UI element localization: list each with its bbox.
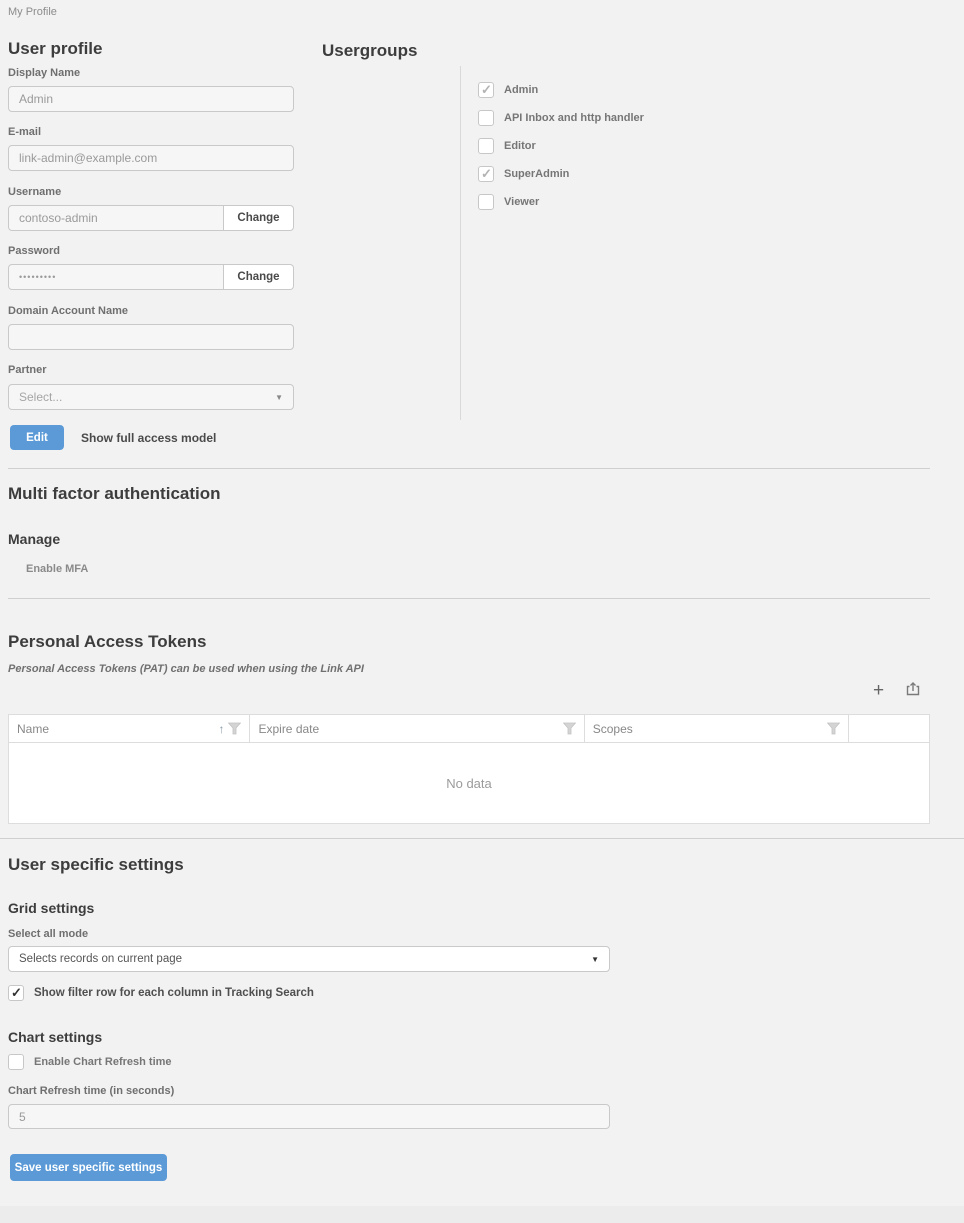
mfa-manage-subtitle: Manage — [8, 531, 60, 547]
usergroup-checkbox-admin[interactable] — [478, 82, 494, 98]
usergroups-title: Usergroups — [322, 41, 417, 61]
partner-label: Partner — [8, 364, 47, 376]
usergroup-item-superadmin: SuperAdmin — [478, 166, 644, 182]
filter-icon[interactable] — [827, 722, 840, 735]
usergroup-checkbox-editor[interactable] — [478, 138, 494, 154]
usergroup-label: SuperAdmin — [504, 168, 569, 180]
pat-table-header: Name ↑ Expire date Scopes — [9, 715, 929, 743]
grid-settings-title: Grid settings — [8, 900, 94, 916]
email-label: E-mail — [8, 126, 41, 138]
select-all-mode-label: Select all mode — [8, 928, 88, 940]
change-username-button[interactable]: Change — [224, 205, 294, 231]
column-header-label: Name — [17, 722, 49, 736]
usergroup-label: API Inbox and http handler — [504, 112, 644, 124]
usergroup-item-admin: Admin — [478, 82, 644, 98]
breadcrumb: My Profile — [8, 6, 57, 18]
usergroup-label: Editor — [504, 140, 536, 152]
enable-chart-refresh-label: Enable Chart Refresh time — [34, 1056, 172, 1068]
usergroup-item-viewer: Viewer — [478, 194, 644, 210]
column-header-expire-date[interactable]: Expire date — [250, 715, 584, 742]
change-password-button[interactable]: Change — [224, 264, 294, 290]
usergroups-divider — [460, 66, 461, 420]
mfa-title: Multi factor authentication — [8, 484, 221, 504]
enable-mfa-link[interactable]: Enable MFA — [26, 563, 88, 575]
filter-row-label: Show filter row for each column in Track… — [34, 987, 314, 999]
usergroup-item-api-inbox: API Inbox and http handler — [478, 110, 644, 126]
show-full-access-model-link[interactable]: Show full access model — [81, 431, 216, 445]
section-divider — [8, 468, 930, 469]
save-user-settings-button[interactable]: Save user specific settings — [10, 1154, 167, 1181]
my-profile-page: My Profile User profile Display Name E-m… — [0, 0, 964, 1223]
email-input[interactable] — [8, 145, 294, 171]
chart-settings-title: Chart settings — [8, 1029, 102, 1045]
sort-ascending-icon: ↑ — [218, 722, 224, 736]
user-settings-title: User specific settings — [8, 855, 184, 875]
usergroup-item-editor: Editor — [478, 138, 644, 154]
add-token-icon[interactable]: + — [873, 681, 884, 700]
password-input-group: Change — [8, 264, 294, 290]
usergroup-label: Admin — [504, 84, 538, 96]
chevron-down-icon: ▼ — [591, 955, 599, 964]
chevron-down-icon: ▼ — [275, 393, 283, 402]
usergroup-checkbox-superadmin[interactable] — [478, 166, 494, 182]
pat-description: Personal Access Tokens (PAT) can be used… — [8, 663, 364, 675]
filter-icon[interactable] — [228, 722, 241, 735]
export-icon-glyph — [905, 681, 921, 697]
export-icon[interactable] — [905, 681, 921, 697]
pat-table: Name ↑ Expire date Scopes — [8, 714, 930, 824]
filter-row-checkbox[interactable] — [8, 985, 24, 1001]
column-header-actions — [849, 715, 929, 742]
column-header-scopes[interactable]: Scopes — [585, 715, 849, 742]
select-all-mode-dropdown[interactable]: Selects records on current page ▼ — [8, 946, 610, 972]
column-header-name[interactable]: Name ↑ — [9, 715, 250, 742]
enable-chart-refresh-checkbox[interactable] — [8, 1054, 24, 1070]
edit-button[interactable]: Edit — [10, 425, 64, 450]
usergroups-list: Admin API Inbox and http handler Editor … — [478, 82, 644, 210]
enable-chart-refresh-setting: Enable Chart Refresh time — [8, 1054, 172, 1070]
section-divider — [8, 598, 930, 599]
no-data-text: No data — [446, 776, 492, 791]
select-all-mode-value: Selects records on current page — [19, 953, 182, 965]
username-label: Username — [8, 186, 61, 198]
domain-account-input[interactable] — [8, 324, 294, 350]
chart-refresh-time-label: Chart Refresh time (in seconds) — [8, 1085, 174, 1097]
pat-table-body: No data — [9, 743, 929, 823]
username-input-group: Change — [8, 205, 294, 231]
display-name-input[interactable] — [8, 86, 294, 112]
page-bottom-strip — [0, 1206, 964, 1223]
pat-title: Personal Access Tokens — [8, 632, 206, 652]
filter-icon[interactable] — [563, 722, 576, 735]
chart-refresh-time-input[interactable] — [8, 1104, 610, 1129]
usergroup-label: Viewer — [504, 196, 539, 208]
domain-account-label: Domain Account Name — [8, 305, 128, 317]
display-name-label: Display Name — [8, 67, 80, 79]
password-input[interactable] — [8, 264, 224, 290]
column-header-label: Scopes — [593, 722, 633, 736]
username-input[interactable] — [8, 205, 224, 231]
partner-select[interactable]: Select... ▼ — [8, 384, 294, 410]
column-header-label: Expire date — [258, 722, 319, 736]
usergroup-checkbox-api-inbox[interactable] — [478, 110, 494, 126]
section-divider — [0, 838, 964, 839]
usergroup-checkbox-viewer[interactable] — [478, 194, 494, 210]
password-label: Password — [8, 245, 60, 257]
partner-select-placeholder: Select... — [19, 390, 62, 404]
user-profile-title: User profile — [8, 39, 102, 59]
filter-row-setting: Show filter row for each column in Track… — [8, 985, 314, 1001]
